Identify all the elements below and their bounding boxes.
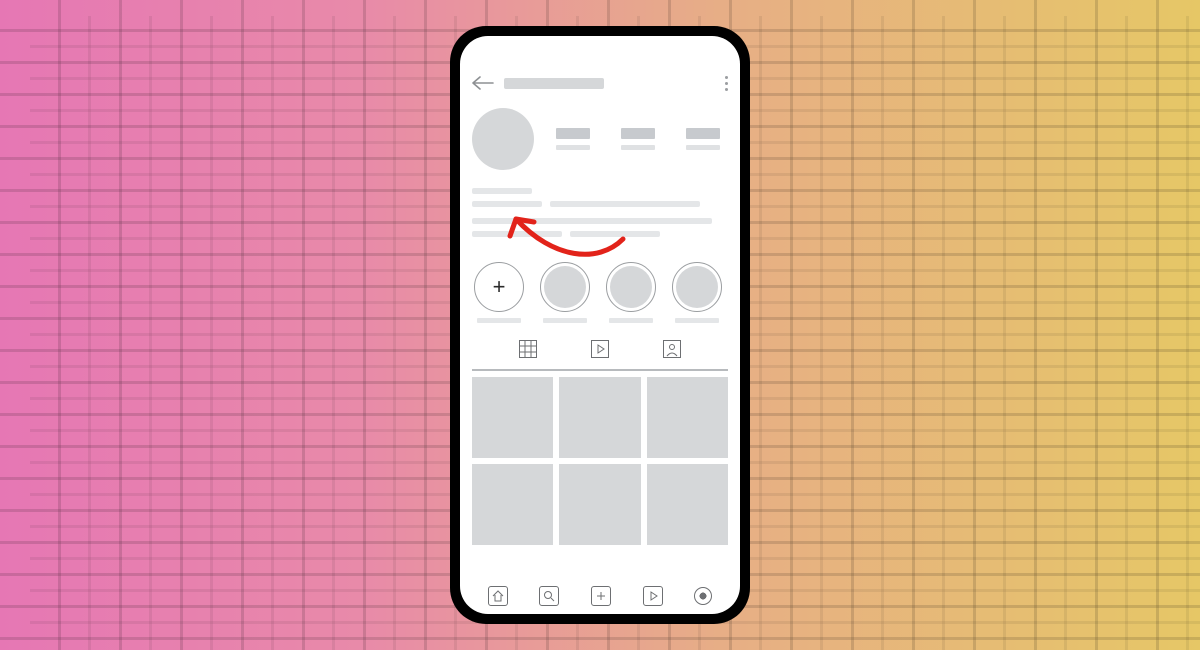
bottom-nav	[472, 586, 728, 606]
highlight-new[interactable]: +	[472, 262, 526, 323]
highlight-item[interactable]	[604, 262, 658, 323]
bio-line	[472, 218, 712, 224]
bio-line	[570, 231, 660, 237]
profile-header	[472, 108, 728, 170]
post-thumbnail[interactable]	[472, 377, 553, 458]
nav-reels[interactable]	[643, 586, 663, 606]
bio-line	[472, 188, 532, 194]
kebab-menu-icon[interactable]	[725, 76, 728, 91]
bio-line	[472, 231, 562, 237]
avatar[interactable]	[472, 108, 534, 170]
highlight-item[interactable]	[670, 262, 724, 323]
post-thumbnail[interactable]	[559, 377, 640, 458]
stat-following[interactable]	[686, 128, 720, 150]
profile-stats	[548, 128, 728, 150]
feed-tabs	[472, 339, 728, 359]
nav-profile[interactable]	[694, 587, 712, 605]
nav-create[interactable]	[591, 586, 611, 606]
plus-icon: +	[493, 276, 506, 298]
story-highlights: +	[472, 262, 728, 323]
highlight-item[interactable]	[538, 262, 592, 323]
bio-line	[472, 201, 542, 207]
post-thumbnail[interactable]	[559, 464, 640, 545]
bio-section	[472, 188, 728, 248]
username-placeholder	[504, 78, 604, 89]
phone-screen: +	[460, 36, 740, 614]
feed-divider	[472, 369, 728, 371]
bio-line	[550, 201, 700, 207]
back-arrow-icon[interactable]	[472, 76, 494, 90]
top-bar	[472, 72, 728, 94]
post-thumbnail[interactable]	[472, 464, 553, 545]
nav-search[interactable]	[539, 586, 559, 606]
tab-reels[interactable]	[590, 339, 610, 359]
nav-home[interactable]	[488, 586, 508, 606]
post-thumbnail[interactable]	[647, 464, 728, 545]
post-grid	[472, 377, 728, 546]
stat-followers[interactable]	[621, 128, 655, 150]
stat-posts[interactable]	[556, 128, 590, 150]
tab-tagged[interactable]	[662, 339, 682, 359]
post-thumbnail[interactable]	[647, 377, 728, 458]
phone-frame: +	[450, 26, 750, 624]
app-content: +	[472, 72, 728, 584]
tab-grid[interactable]	[518, 339, 538, 359]
